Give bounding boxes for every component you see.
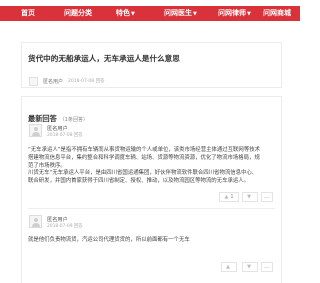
- answer-user[interactable]: 匿名用户: [47, 125, 68, 132]
- thumb-down-icon: ▼: [247, 194, 251, 200]
- downvote-button[interactable]: ▼: [242, 192, 258, 202]
- nav-item-label: 问网医生: [164, 9, 192, 17]
- nav-item-label: 问网律师: [218, 9, 246, 17]
- user-icon: [34, 127, 38, 131]
- question-user[interactable]: 匿名用户: [43, 78, 63, 85]
- answers-header: 最新回答 （1条回答）: [28, 106, 88, 125]
- answer-body: “无车承运人”是指不拥有车辆而从事货物运输的个人或单位，该类市场经营主体通过互联…: [28, 147, 260, 186]
- nav-item-label: 问题分类: [64, 9, 92, 17]
- thumb-up-icon: ▲: [224, 194, 229, 200]
- answers-label: 最新回答: [28, 114, 57, 123]
- answer-divider: [28, 208, 275, 209]
- upvote-button[interactable]: ▲: [221, 262, 237, 272]
- nav-item-label: 首页: [21, 9, 35, 17]
- answer-line: 联合研发，并国内首家获得于四川省制定、授权、推动，以及物流园区等物流的无车承运人…: [28, 178, 250, 185]
- answer-body: 就是他们负责物流货，汽运公司代理货货的，所以前面都有一个无车: [28, 237, 190, 245]
- more-icon[interactable]: …: [261, 262, 273, 272]
- answer-date: 2018-07-09 回答: [47, 224, 83, 229]
- answer-line: “无车承运人”是指不拥有车辆而从事货物运输的个人或单位，该类市场经营主体通过互联…: [28, 147, 260, 153]
- nav-item-mall[interactable]: 问网商城: [263, 6, 291, 21]
- answer-date: 2018-07-08 回答: [47, 133, 83, 138]
- question-card: 货代中的无船承运人，无车承运人是什么意思 匿名用户 2018-07-08 回答: [21, 42, 282, 88]
- nav-item-doctor[interactable]: 问网医生▼: [164, 6, 197, 21]
- answer-user[interactable]: 匿名用户: [47, 216, 68, 223]
- user-icon-body: [32, 132, 40, 136]
- more-icon[interactable]: …: [261, 192, 273, 202]
- chevron-down-icon: ▼: [193, 11, 197, 17]
- downvote-button[interactable]: ▼: [242, 262, 258, 272]
- thumb-up-icon: ▲: [226, 264, 230, 270]
- chevron-down-icon: ▼: [131, 11, 135, 17]
- answers-section: 最新回答 （1条回答） 匿名用户 2018-07-08 回答 “无车承运人”是指不…: [21, 96, 282, 283]
- question-title: 货代中的无船承运人，无车承运人是什么意思: [28, 54, 180, 63]
- thumb-down-icon: ▼: [247, 264, 251, 270]
- nav-item-categories[interactable]: 问题分类: [64, 6, 92, 21]
- avatar: [29, 77, 38, 86]
- avatar: [29, 215, 42, 228]
- question-date: 2018-07-08 回答: [68, 78, 105, 84]
- answers-count: （1条回答）: [59, 117, 88, 123]
- upvote-count: 1: [230, 194, 234, 200]
- upvote-button[interactable]: ▲ 1: [219, 192, 239, 202]
- nav-item-home[interactable]: 首页: [21, 6, 35, 21]
- answer-line: 搭建物流信息平台，集约整合和科学调度车辆、站场、货源等物流资源，优化了物流市场格…: [28, 154, 260, 161]
- answer-line: 就是他们负责物流货，汽运公司代理货货的，所以前面都有一个无车: [28, 237, 190, 243]
- nav-item-label: 特色: [116, 9, 130, 17]
- user-icon-body: [32, 223, 40, 227]
- nav-item-lawyer[interactable]: 问网律师▼: [218, 6, 251, 21]
- user-icon: [34, 218, 38, 222]
- top-nav-bar: 首页 问题分类 特色▼ 问网医生▼ 问网律师▼ 问网商城: [0, 6, 300, 21]
- nav-item-features[interactable]: 特色▼: [116, 6, 135, 21]
- avatar: [29, 124, 42, 137]
- chevron-down-icon: ▼: [247, 11, 251, 17]
- nav-item-label: 问网商城: [263, 9, 291, 17]
